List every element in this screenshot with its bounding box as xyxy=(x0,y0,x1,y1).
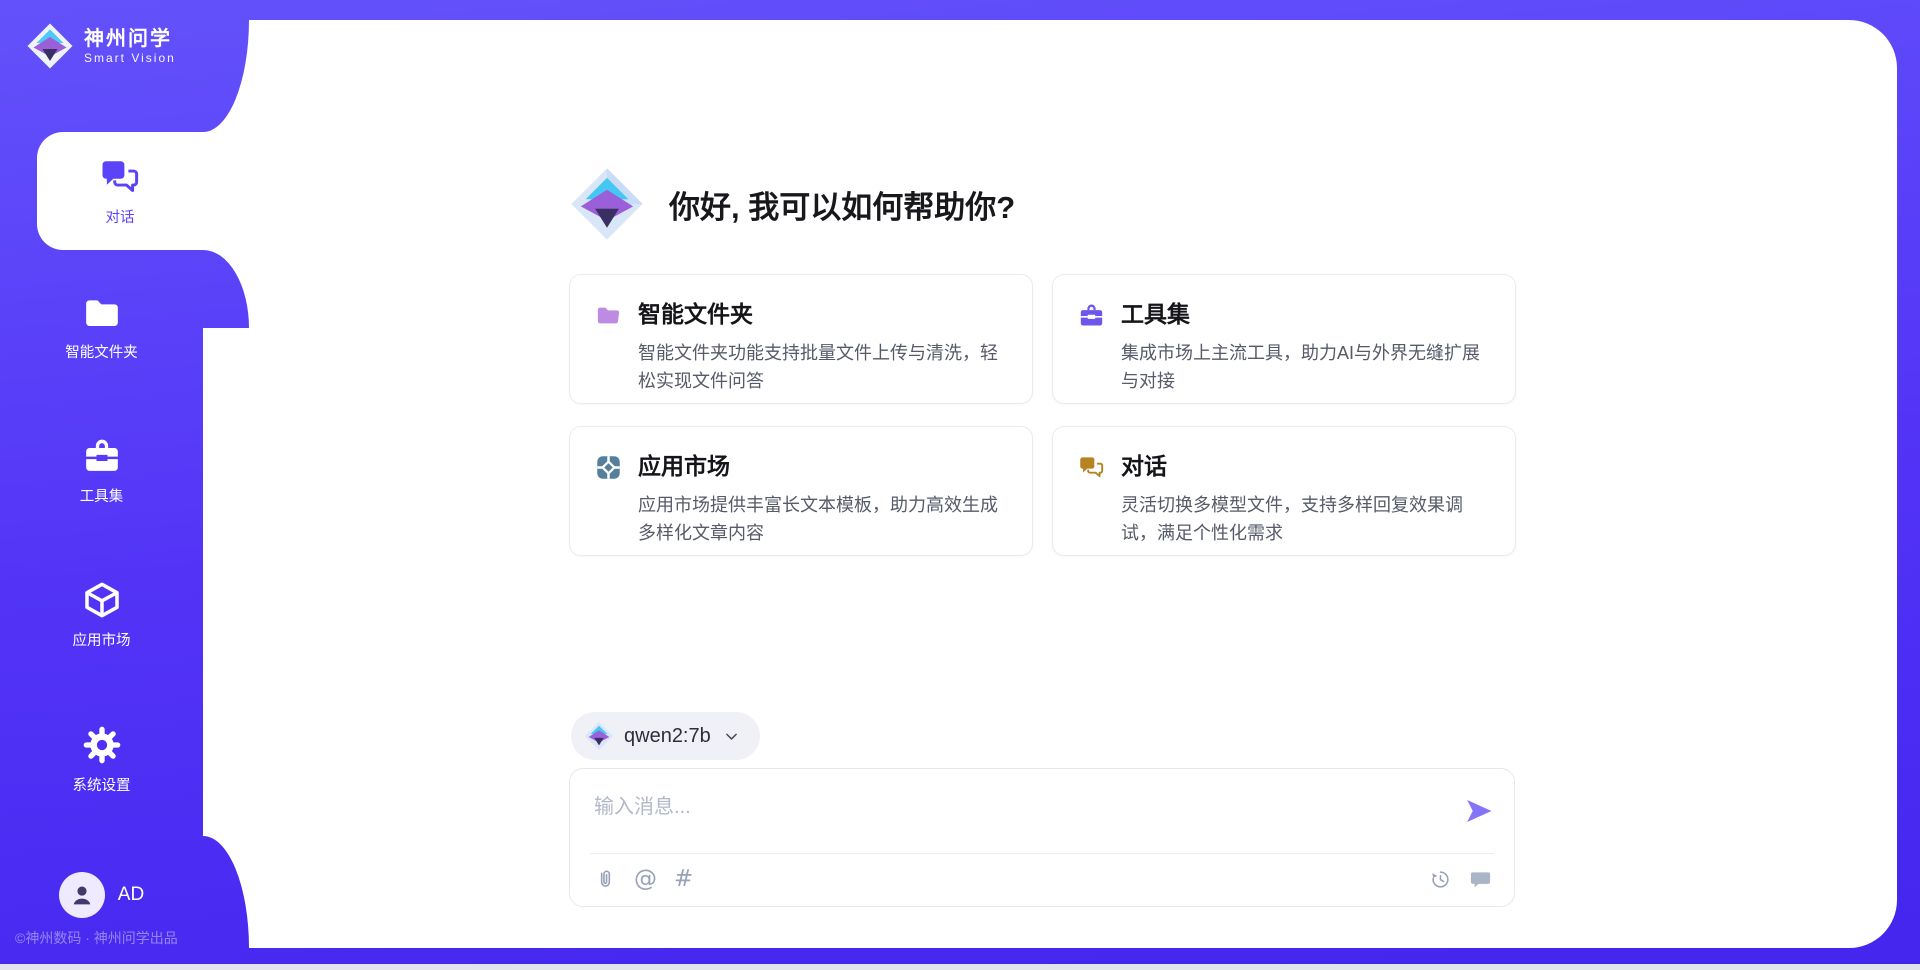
brand-subtitle: Smart Vision xyxy=(84,51,176,65)
message-composer: @ # xyxy=(569,768,1515,907)
main-content: 你好, 我可以如何帮助你? 智能文件夹 智能文件夹功能支持批量文件上传与清洗，轻… xyxy=(203,20,1897,948)
history-icon[interactable] xyxy=(1429,868,1452,891)
composer-right-tools xyxy=(1429,868,1492,891)
chat-icon xyxy=(99,156,141,198)
page-bottom-edge xyxy=(0,964,1920,970)
composer-left-tools: @ # xyxy=(594,868,693,891)
card-title: 工具集 xyxy=(1121,303,1491,326)
sidebar-item-label: 对话 xyxy=(106,206,135,227)
send-button[interactable] xyxy=(1464,796,1494,826)
hashtag-icon[interactable]: # xyxy=(674,868,693,891)
model-name: qwen2:7b xyxy=(624,725,711,748)
grid-cube-icon xyxy=(595,454,622,481)
sidebar-item-toolset[interactable]: 工具集 xyxy=(0,436,203,506)
card-chat[interactable]: 对话 灵活切换多模型文件，支持多样回复效果调试，满足个性化需求 xyxy=(1052,426,1516,556)
composer-divider xyxy=(590,853,1494,854)
assistant-diamond-icon xyxy=(569,166,645,242)
avatar xyxy=(59,872,105,918)
person-icon xyxy=(69,882,95,908)
copyright-footer: ©神州数码 · 神州问学出品 xyxy=(15,928,178,948)
sidebar-item-chat[interactable]: 对话 xyxy=(37,132,203,250)
app-root: { "brand": { "name": "神州问学", "subtitle":… xyxy=(0,0,1920,970)
sidebar-item-label: 应用市场 xyxy=(73,629,131,650)
user-profile[interactable]: AD xyxy=(0,872,203,918)
card-smart-folder[interactable]: 智能文件夹 智能文件夹功能支持批量文件上传与清洗，轻松实现文件问答 xyxy=(569,274,1033,404)
greeting-text: 你好, 我可以如何帮助你? xyxy=(669,182,1015,227)
feedback-bubble-icon[interactable] xyxy=(1469,868,1492,891)
card-title: 应用市场 xyxy=(638,455,1008,478)
sidebar-item-app-market[interactable]: 应用市场 xyxy=(0,580,203,650)
card-title: 对话 xyxy=(1121,455,1491,478)
chevron-down-icon xyxy=(723,728,740,745)
card-description: 智能文件夹功能支持批量文件上传与清洗，轻松实现文件问答 xyxy=(638,339,1008,395)
brand-name: 神州问学 xyxy=(84,28,176,51)
brand-logo: 神州问学 Smart Vision xyxy=(0,0,203,70)
attachment-icon[interactable] xyxy=(594,868,617,891)
card-title: 智能文件夹 xyxy=(638,303,1008,326)
folder-icon xyxy=(595,302,622,329)
sidebar-item-label: 工具集 xyxy=(80,485,124,506)
chat-icon xyxy=(1078,454,1105,481)
sidebar-item-label: 智能文件夹 xyxy=(65,341,138,362)
sidebar-item-smart-folder[interactable]: 智能文件夹 xyxy=(0,292,203,362)
card-description: 集成市场上主流工具，助力AI与外界无缝扩展与对接 xyxy=(1121,339,1491,395)
user-name: AD xyxy=(118,884,144,906)
sidebar: 神州问学 Smart Vision 对话 智能文件夹 工具集 xyxy=(0,0,203,970)
card-description: 应用市场提供丰富长文本模板，助力高效生成多样化文章内容 xyxy=(638,491,1008,547)
feature-cards: 智能文件夹 智能文件夹功能支持批量文件上传与清洗，轻松实现文件问答 工具集 集成… xyxy=(569,274,1519,556)
card-description: 灵活切换多模型文件，支持多样回复效果调试，满足个性化需求 xyxy=(1121,491,1491,547)
mention-icon[interactable]: @ xyxy=(634,868,657,891)
model-selector[interactable]: qwen2:7b xyxy=(571,712,760,760)
greeting-block: 你好, 我可以如何帮助你? xyxy=(569,166,1015,242)
sidebar-item-settings[interactable]: 系统设置 xyxy=(0,725,203,795)
gear-icon xyxy=(82,725,122,765)
sidebar-item-label: 系统设置 xyxy=(73,774,131,795)
model-diamond-icon xyxy=(584,721,614,751)
folder-icon xyxy=(82,292,122,332)
send-icon xyxy=(1464,796,1494,826)
cube-icon xyxy=(82,580,122,620)
card-toolset[interactable]: 工具集 集成市场上主流工具，助力AI与外界无缝扩展与对接 xyxy=(1052,274,1516,404)
toolbox-icon xyxy=(82,436,122,476)
brand-diamond-icon xyxy=(26,22,74,70)
card-app-market[interactable]: 应用市场 应用市场提供丰富长文本模板，助力高效生成多样化文章内容 xyxy=(569,426,1033,556)
message-input[interactable] xyxy=(584,779,1444,835)
toolbox-icon xyxy=(1078,302,1105,329)
composer-toolbar: @ # xyxy=(594,863,1492,895)
